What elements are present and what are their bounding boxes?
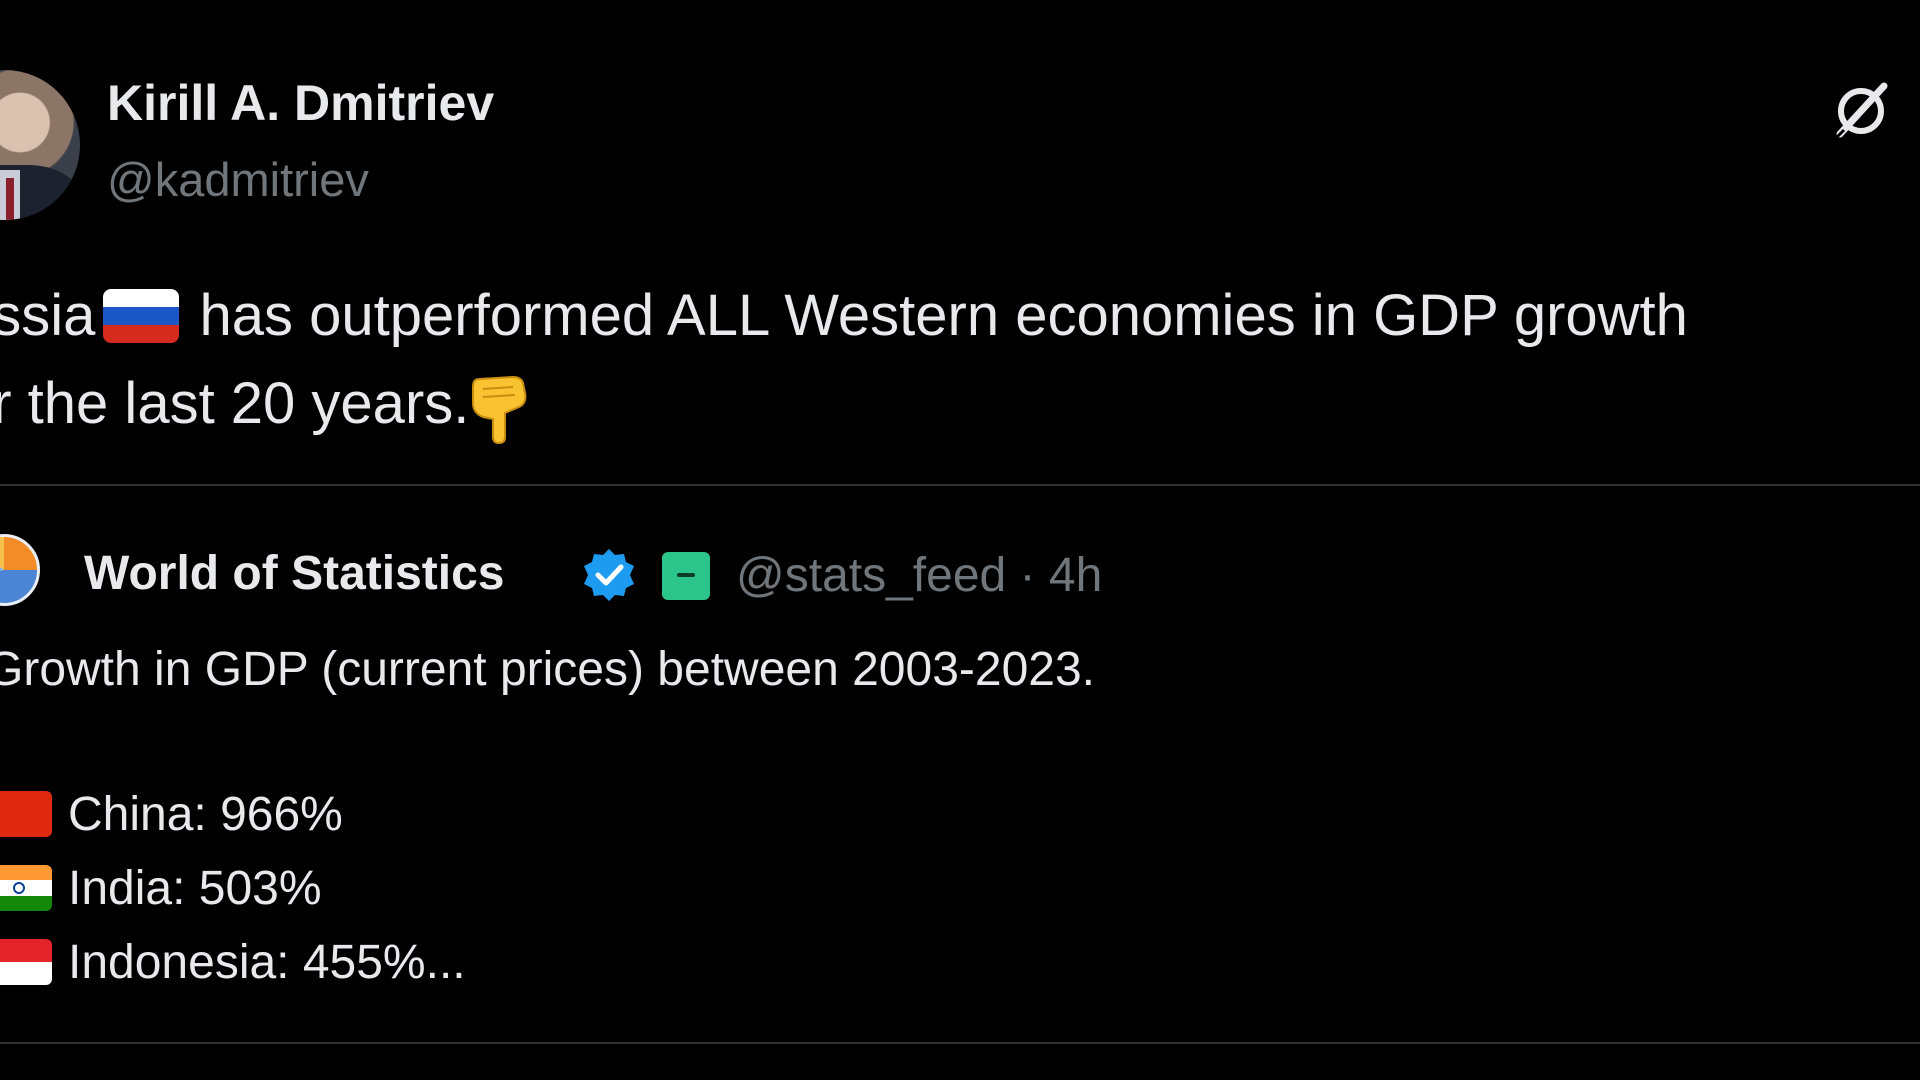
indonesia-flag-icon: [0, 939, 52, 985]
divider: [0, 1042, 1920, 1044]
tweet-screenshot: Kirill A. Dmitriev @kadmitriev ussia has…: [0, 0, 1920, 1080]
stat-label: China: 966%: [68, 787, 343, 841]
list-item-china: China: 966%: [0, 784, 343, 844]
avatar-tie: [6, 178, 14, 220]
author-avatar[interactable]: [0, 70, 80, 220]
list-item-indonesia: Indonesia: 455%...: [0, 932, 466, 992]
stat-label: India: 503%: [68, 861, 322, 915]
tweet-line-2: er the last 20 years.: [0, 360, 1900, 448]
quoted-text: Growth in GDP (current prices) between 2…: [0, 643, 1095, 696]
author-handle[interactable]: @kadmitriev: [107, 152, 369, 207]
stat-label: Indonesia: 455%...: [68, 935, 466, 989]
divider: [0, 484, 1920, 486]
verified-badge-icon: [584, 549, 634, 601]
list-item-india: India: 503%: [0, 858, 322, 918]
russia-flag-icon: [103, 289, 180, 343]
author-display-name[interactable]: Kirill A. Dmitriev: [107, 74, 494, 132]
tweet-text: ussia has outperformed ALL Western econo…: [0, 272, 1900, 448]
india-flag-icon: [0, 865, 52, 911]
tweet-line-2-text: er the last 20 years.: [0, 371, 470, 436]
china-flag-icon: [0, 791, 52, 837]
grok-icon[interactable]: [1830, 78, 1892, 140]
affiliate-badge-icon[interactable]: [662, 552, 710, 600]
tweet-line-1-start: ussia: [0, 283, 96, 348]
quoted-display-name[interactable]: World of Statistics: [84, 546, 505, 601]
quoted-avatar[interactable]: [0, 534, 40, 606]
tweet-line-1: ussia has outperformed ALL Western econo…: [0, 272, 1900, 360]
pointing-down-emoji-icon: [472, 375, 527, 445]
tweet-line-1-end: has outperformed ALL Western economies i…: [199, 283, 1688, 348]
quoted-handle-time[interactable]: @stats_feed · 4h: [736, 548, 1102, 603]
